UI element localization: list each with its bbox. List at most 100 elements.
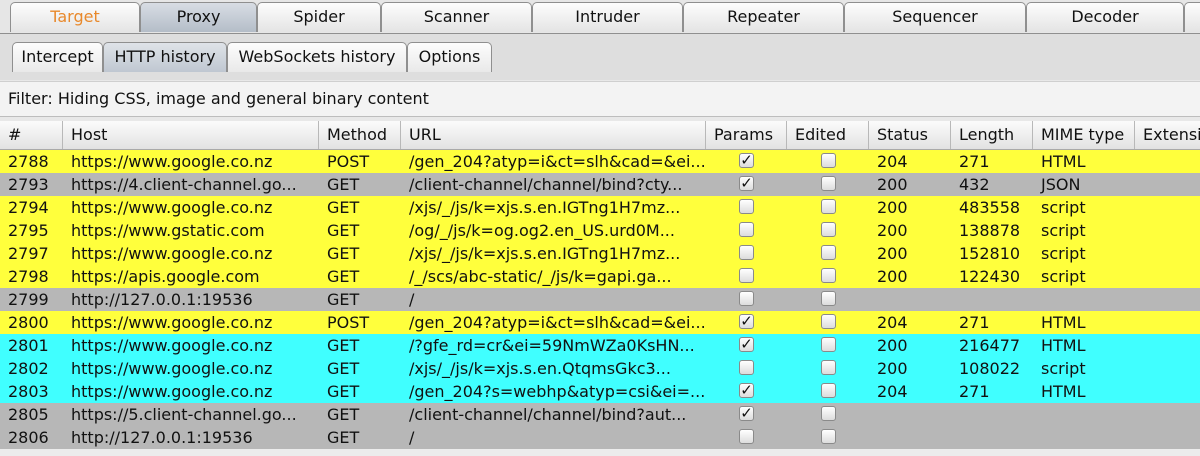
edited-checkbox[interactable] <box>821 383 836 398</box>
tab-sequencer[interactable]: Sequencer <box>844 2 1026 32</box>
cell-host: http://127.0.0.1:19536 <box>71 428 253 447</box>
table-row[interactable]: 2801 https://www.google.co.nz GET /?gfe_rd=… <box>0 334 1200 357</box>
checkmark-icon: ✓ <box>740 335 753 353</box>
cell-mime-type <box>1033 403 1135 426</box>
table-row[interactable]: 2798 https://apis.google.com GET /_/scs/abc… <box>0 265 1200 288</box>
edited-checkbox[interactable] <box>821 314 836 329</box>
cell-length: 271 <box>959 152 990 171</box>
cell-length: 271 <box>959 313 990 332</box>
params-checkbox[interactable] <box>739 360 754 375</box>
cell-mime-type <box>1033 288 1135 311</box>
edited-checkbox[interactable] <box>821 268 836 283</box>
col-header-status[interactable]: Status <box>869 121 951 149</box>
col-header-length[interactable]: Length <box>951 121 1033 149</box>
tab-proxy[interactable]: Proxy <box>140 2 257 32</box>
params-checkbox[interactable] <box>739 291 754 306</box>
cell-status: 200 <box>877 267 908 286</box>
cell-method: GET <box>327 405 360 424</box>
cell-method: GET <box>327 428 360 447</box>
cell-length: 152810 <box>959 244 1021 263</box>
tab-http-history[interactable]: HTTP history <box>103 42 227 72</box>
cell-mime-type <box>1033 426 1135 449</box>
tab-repeater[interactable]: Repeater <box>683 2 844 32</box>
cell-status: 200 <box>877 198 908 217</box>
table-row[interactable]: 2799 http://127.0.0.1:19536 GET / <box>0 288 1200 311</box>
table-row[interactable]: 2797 https://www.google.co.nz GET/xjs/_/js… <box>0 242 1200 265</box>
params-checkbox[interactable] <box>739 245 754 260</box>
cell-url: /xjs/_/js/k=xjs.s.en.QtqmsGkc3... <box>409 359 671 378</box>
tab-overflow[interactable] <box>1184 2 1200 32</box>
tab-decoder[interactable]: Decoder <box>1026 2 1184 32</box>
col-header-mime-type[interactable]: MIME type <box>1033 121 1135 149</box>
params-checkbox[interactable] <box>739 222 754 237</box>
cell-url: /_/scs/abc-static/_/js/k=gapi.ga... <box>409 267 672 286</box>
cell-mime-type: script <box>1041 244 1086 263</box>
params-checkbox[interactable] <box>739 199 754 214</box>
cell-method: GET <box>327 175 360 194</box>
cell-url: /gen_204?atyp=i&ct=slh&cad=&ei... <box>409 313 706 332</box>
cell-length: 108022 <box>959 359 1021 378</box>
table-row[interactable]: 2802 https://www.google.co.nz GET/xjs/_/js… <box>0 357 1200 380</box>
params-checkbox[interactable]: ✓ <box>739 406 754 421</box>
col-header-params[interactable]: Params <box>706 121 787 149</box>
sub-tab-bar: Intercept HTTP history WebSockets histor… <box>0 34 1200 80</box>
params-checkbox[interactable]: ✓ <box>739 314 754 329</box>
edited-checkbox[interactable] <box>821 337 836 352</box>
cell-host: https://4.client-channel.go... <box>71 175 297 194</box>
edited-checkbox[interactable] <box>821 406 836 421</box>
cell-host: https://www.google.co.nz <box>71 336 273 355</box>
edited-checkbox[interactable] <box>821 153 836 168</box>
tab-target[interactable]: Target <box>10 2 140 32</box>
tab-scanner[interactable]: Scanner <box>381 2 532 32</box>
edited-checkbox[interactable] <box>821 222 836 237</box>
edited-checkbox[interactable] <box>821 199 836 214</box>
col-header-extension[interactable]: Extensi <box>1135 121 1200 149</box>
table-row[interactable]: 2788 https://www.google.co.nz POST/gen_204… <box>0 150 1200 173</box>
col-header-method[interactable]: Method <box>319 121 401 149</box>
table-row[interactable]: 2803 https://www.google.co.nz GET/gen_204?… <box>0 380 1200 403</box>
table-row[interactable]: 2794 https://www.google.co.nz GET/xjs/_/js… <box>0 196 1200 219</box>
params-checkbox[interactable]: ✓ <box>739 383 754 398</box>
col-header-number[interactable]: # <box>0 121 63 149</box>
col-header-url[interactable]: URL <box>401 121 706 149</box>
params-checkbox[interactable]: ✓ <box>739 337 754 352</box>
table-row[interactable]: 2795 https://www.gstatic.com GET/og/_/js/k… <box>0 219 1200 242</box>
tab-intruder[interactable]: Intruder <box>532 2 683 32</box>
cell-length: 216477 <box>959 336 1021 355</box>
edited-checkbox[interactable] <box>821 291 836 306</box>
table-header: # Host Method URL Params Edited Status L… <box>0 121 1200 150</box>
filter-bar[interactable]: Filter: Hiding CSS, image and general bi… <box>0 81 1200 117</box>
cell-number: 2799 <box>8 290 49 309</box>
cell-method: GET <box>327 267 360 286</box>
checkmark-icon: ✓ <box>740 174 753 192</box>
filter-text: Filter: Hiding CSS, image and general bi… <box>8 89 429 108</box>
tab-websockets-history[interactable]: WebSockets history <box>227 42 407 72</box>
tab-spider[interactable]: Spider <box>257 2 381 32</box>
cell-host: https://www.google.co.nz <box>71 198 273 217</box>
cell-number: 2806 <box>8 428 49 447</box>
params-checkbox[interactable]: ✓ <box>739 176 754 191</box>
edited-checkbox[interactable] <box>821 176 836 191</box>
cell-method: GET <box>327 336 360 355</box>
edited-checkbox[interactable] <box>821 360 836 375</box>
cell-status: 200 <box>877 336 908 355</box>
tab-intercept[interactable]: Intercept <box>12 42 103 72</box>
params-checkbox[interactable] <box>739 429 754 444</box>
table-row[interactable]: 2805 https://5.client-channel.go... GET/cl… <box>0 403 1200 426</box>
edited-checkbox[interactable] <box>821 429 836 444</box>
cell-number: 2805 <box>8 405 49 424</box>
cell-status: 204 <box>877 382 908 401</box>
cell-status <box>869 426 951 449</box>
table-row[interactable]: 2806 http://127.0.0.1:19536 GET / <box>0 426 1200 449</box>
col-header-host[interactable]: Host <box>63 121 319 149</box>
params-checkbox[interactable] <box>739 268 754 283</box>
table-row[interactable]: 2800 https://www.google.co.nz POST/gen_204… <box>0 311 1200 334</box>
cell-host: https://apis.google.com <box>71 267 260 286</box>
tab-options[interactable]: Options <box>407 42 492 72</box>
table-row[interactable]: 2793 https://4.client-channel.go... GET/cl… <box>0 173 1200 196</box>
cell-status: 200 <box>877 221 908 240</box>
edited-checkbox[interactable] <box>821 245 836 260</box>
cell-host: https://www.google.co.nz <box>71 244 273 263</box>
col-header-edited[interactable]: Edited <box>787 121 869 149</box>
params-checkbox[interactable]: ✓ <box>739 153 754 168</box>
